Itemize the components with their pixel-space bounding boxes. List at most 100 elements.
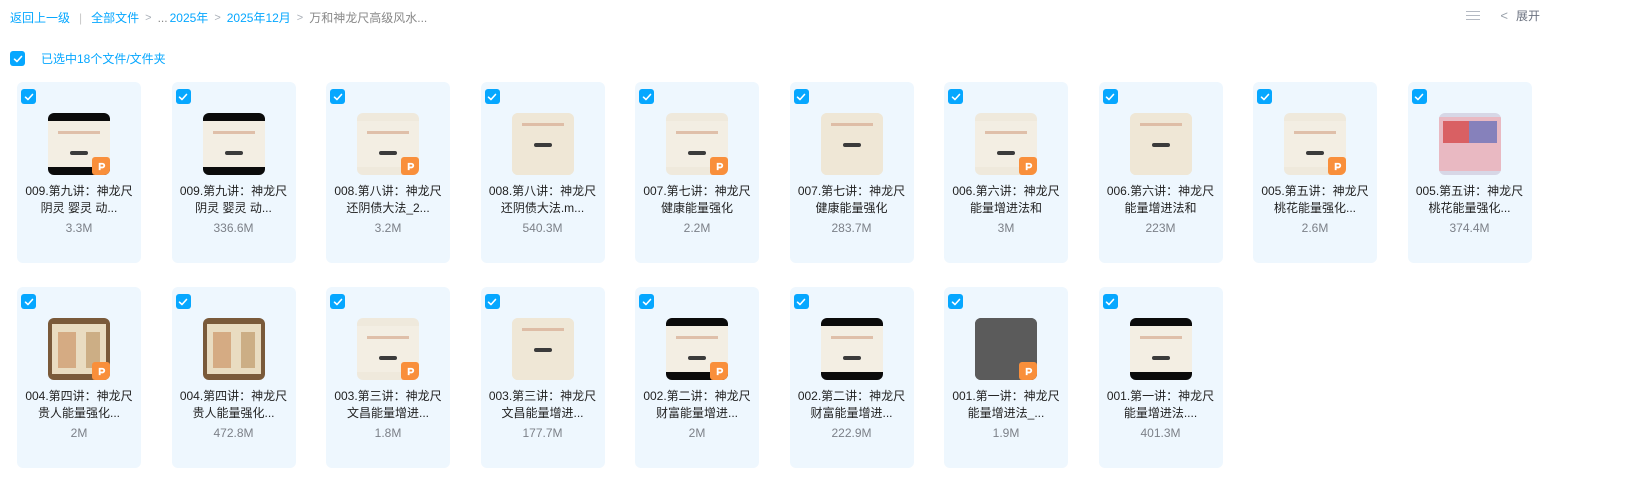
file-checkbox[interactable] [948,89,963,104]
ppt-file-icon [710,157,728,175]
check-icon [487,93,497,100]
file-card[interactable]: 004.第四讲：神龙尺 贵人能量强化... 2M [17,287,141,468]
file-card[interactable]: 007.第七讲：神龙尺健康能量强化 283.7M [789,82,914,263]
file-checkbox[interactable] [793,89,809,104]
view-controls: < 展开 [1466,7,1540,24]
file-card[interactable]: 004.第四讲：神龙尺 贵人能量强化... 472.8M [171,287,296,468]
ppt-file-icon [92,362,110,380]
file-card[interactable]: 008.第八讲：神龙尺还阴债大法_2... 3.2M [326,82,450,263]
file-checkbox[interactable] [175,294,191,309]
file-card[interactable]: 009.第九讲：神龙尺阴灵 婴灵 动... 3.3M [17,82,141,263]
list-view-icon[interactable] [1466,10,1481,22]
check-icon [951,93,960,100]
breadcrumb-current-folder: 万和神龙尺高级风水... [309,11,428,25]
file-name[interactable]: 001.第一讲：神龙尺 能量增进法.... [1107,388,1215,422]
file-thumbnail [1129,113,1192,175]
top-bar: 返回上一级 | 全部文件 > ... 2025年 > 2025年12月 > 万和… [0,0,1626,34]
file-name[interactable]: 006.第六讲：神龙尺能量增进法和 [952,183,1060,217]
file-name[interactable]: 004.第四讲：神龙尺 贵人能量强化... [25,388,133,422]
file-name[interactable]: 009.第九讲：神龙尺阴灵 婴灵 动... [180,183,288,217]
file-checkbox[interactable] [21,294,36,309]
check-icon [333,298,342,305]
breadcrumb-arrow-icon: > [214,11,221,24]
file-name[interactable]: 008.第八讲：神龙尺还阴债大法_2... [334,183,442,217]
file-name[interactable]: 006.第六讲：神龙尺能量增进法和 [1107,183,1215,217]
check-icon [642,93,651,100]
file-size: 1.9M [992,426,1020,440]
check-icon [642,298,651,305]
file-checkbox[interactable] [1102,89,1118,104]
file-checkbox[interactable] [330,89,345,104]
file-name[interactable]: 005.第五讲：神龙尺 桃花能量强化... [1261,183,1369,217]
select-all-checkbox[interactable] [10,51,25,66]
file-checkbox[interactable] [484,294,500,309]
file-checkbox[interactable] [1257,89,1272,104]
file-name[interactable]: 007.第七讲：神龙尺健康能量强化 [798,183,906,217]
file-card[interactable]: 006.第六讲：神龙尺能量增进法和 3M [944,82,1068,263]
check-icon [24,93,33,100]
file-name[interactable]: 009.第九讲：神龙尺阴灵 婴灵 动... [25,183,133,217]
file-name[interactable]: 004.第四讲：神龙尺 贵人能量强化... [180,388,288,422]
file-thumbnail [357,318,419,380]
file-grid: 009.第九讲：神龙尺阴灵 婴灵 动... 3.3M 009.第九讲：神龙尺阴灵 婴… [17,82,1532,468]
file-checkbox[interactable] [21,89,36,104]
file-name[interactable]: 008.第八讲：神龙尺还阴债大法.m... [489,183,597,217]
check-icon [1105,93,1115,100]
file-card[interactable]: 003.第三讲：神龙尺 文昌能量增进... 1.8M [326,287,450,468]
file-thumbnail [511,318,574,380]
file-checkbox[interactable] [948,294,963,309]
file-name[interactable]: 002.第二讲：神龙尺 财富能量增进... [643,388,751,422]
file-card[interactable]: 003.第三讲：神龙尺 文昌能量增进... 177.7M [480,287,605,468]
file-name[interactable]: 001.第一讲：神龙尺 能量增进法_... [952,388,1060,422]
file-checkbox[interactable] [1102,294,1118,309]
check-icon [1260,93,1269,100]
file-checkbox[interactable] [639,294,654,309]
file-thumbnail [1284,113,1346,175]
check-icon [951,298,960,305]
file-name[interactable]: 007.第七讲：神龙尺健康能量强化 [643,183,751,217]
breadcrumb-year[interactable]: 2025年 [170,9,209,26]
check-icon [1414,93,1424,100]
file-checkbox[interactable] [175,89,191,104]
file-size: 3.3M [65,221,93,235]
breadcrumb-divider: | [79,10,83,25]
file-thumbnail [511,113,574,175]
check-icon [178,93,188,100]
file-size: 374.4M [1449,221,1490,235]
breadcrumb-arrow-icon: > [296,11,304,24]
back-link[interactable]: 返回上一级 [10,9,70,26]
file-card[interactable]: 001.第一讲：神龙尺 能量增进法_... 1.9M [944,287,1068,468]
breadcrumb-ellipsis[interactable]: ... [158,11,168,25]
selection-count: 已选中18个文件/文件夹 [41,52,166,66]
expand-button[interactable]: 展开 [1516,7,1540,24]
file-name[interactable]: 002.第二讲：神龙尺 财富能量增进... [798,388,906,422]
breadcrumb-month[interactable]: 2025年12月 [227,9,291,26]
file-card[interactable]: 007.第七讲：神龙尺健康能量强化 2.2M [635,82,759,263]
file-checkbox[interactable] [1411,89,1427,104]
file-card[interactable]: 005.第五讲：神龙尺 桃花能量强化... 374.4M [1407,82,1532,263]
file-checkbox[interactable] [484,89,500,104]
file-size: 401.3M [1140,426,1181,440]
file-card[interactable]: 002.第二讲：神龙尺 财富能量增进... 2M [635,287,759,468]
file-size: 3.2M [374,221,402,235]
file-size: 2M [70,426,88,440]
file-checkbox[interactable] [793,294,809,309]
file-thumbnail [357,113,419,175]
breadcrumb: 返回上一级 | 全部文件 > ... 2025年 > 2025年12月 > 万和… [10,9,427,26]
file-card[interactable]: 001.第一讲：神龙尺 能量增进法.... 401.3M [1098,287,1223,468]
file-size: 2M [688,426,706,440]
file-card[interactable]: 009.第九讲：神龙尺阴灵 婴灵 动... 336.6M [171,82,296,263]
file-name[interactable]: 005.第五讲：神龙尺 桃花能量强化... [1416,183,1524,217]
file-card[interactable]: 005.第五讲：神龙尺 桃花能量强化... 2.6M [1253,82,1377,263]
file-name[interactable]: 003.第三讲：神龙尺 文昌能量增进... [334,388,442,422]
file-thumbnail [1129,318,1192,380]
file-card[interactable]: 002.第二讲：神龙尺 财富能量增进... 222.9M [789,287,914,468]
file-card[interactable]: 006.第六讲：神龙尺能量增进法和 223M [1098,82,1223,263]
breadcrumb-all-files[interactable]: 全部文件 [91,9,139,26]
file-checkbox[interactable] [330,294,345,309]
chevron-left-icon[interactable]: < [1500,8,1508,23]
file-thumbnail [1438,113,1501,175]
file-name[interactable]: 003.第三讲：神龙尺 文昌能量增进... [489,388,597,422]
file-checkbox[interactable] [639,89,654,104]
file-card[interactable]: 008.第八讲：神龙尺还阴债大法.m... 540.3M [480,82,605,263]
